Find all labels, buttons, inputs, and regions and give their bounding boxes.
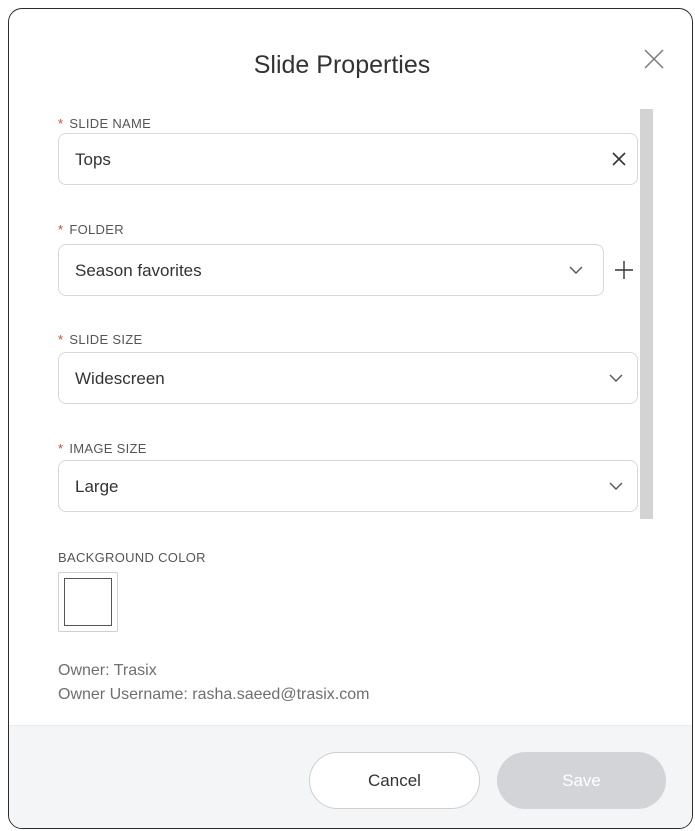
image-size-dropdown-toggle[interactable] [607, 477, 629, 499]
save-button[interactable]: Save [497, 752, 666, 809]
slide-size-value: Widescreen [75, 369, 165, 388]
clear-icon [612, 152, 626, 166]
slide-properties-dialog: Slide Properties * SLIDE NAME Tops * FOLDE… [8, 8, 693, 829]
image-size-label: * IMAGE SIZE [58, 441, 147, 456]
folder-value: Season favorites [75, 261, 202, 280]
owner-username-text: Owner Username: rasha.saeed@trasix.com [58, 686, 370, 703]
close-button[interactable] [642, 47, 666, 71]
chevron-down-icon [569, 266, 583, 274]
required-marker: * [58, 332, 64, 347]
dialog-title: Slide Properties [253, 51, 431, 79]
folder-dropdown-toggle[interactable] [567, 261, 589, 283]
image-size-value: Large [75, 477, 119, 496]
add-folder-button[interactable] [613, 259, 635, 281]
slide-size-select[interactable]: Widescreen [58, 352, 638, 404]
required-marker: * [58, 222, 64, 237]
chevron-down-icon [609, 374, 623, 382]
chevron-down-icon [609, 482, 623, 490]
slide-name-value: Tops [75, 150, 111, 169]
cancel-button[interactable]: Cancel [309, 752, 480, 809]
image-size-select[interactable]: Large [58, 460, 638, 512]
folder-select[interactable]: Season favorites [58, 244, 604, 296]
slide-name-label: * SLIDE NAME [58, 116, 152, 131]
slide-size-dropdown-toggle[interactable] [607, 369, 629, 391]
owner-text: Owner: Trasix [58, 662, 157, 679]
clear-button[interactable] [609, 149, 631, 171]
background-color-swatch[interactable] [58, 572, 118, 632]
slide-size-label: * SLIDE SIZE [58, 332, 143, 347]
background-color-preview [64, 578, 112, 626]
dialog-body: * SLIDE NAME Tops * FOLDER Season favorite… [9, 109, 692, 705]
slide-name-field[interactable]: Tops [58, 133, 638, 185]
required-marker: * [58, 441, 64, 456]
folder-label: * FOLDER [58, 222, 124, 237]
required-marker: * [58, 116, 64, 131]
close-icon [644, 49, 664, 69]
scrollbar[interactable] [640, 109, 653, 519]
background-color-label: BACKGROUND COLOR [58, 550, 206, 565]
plus-icon [615, 261, 633, 279]
dialog-footer: Cancel Save [9, 725, 692, 828]
